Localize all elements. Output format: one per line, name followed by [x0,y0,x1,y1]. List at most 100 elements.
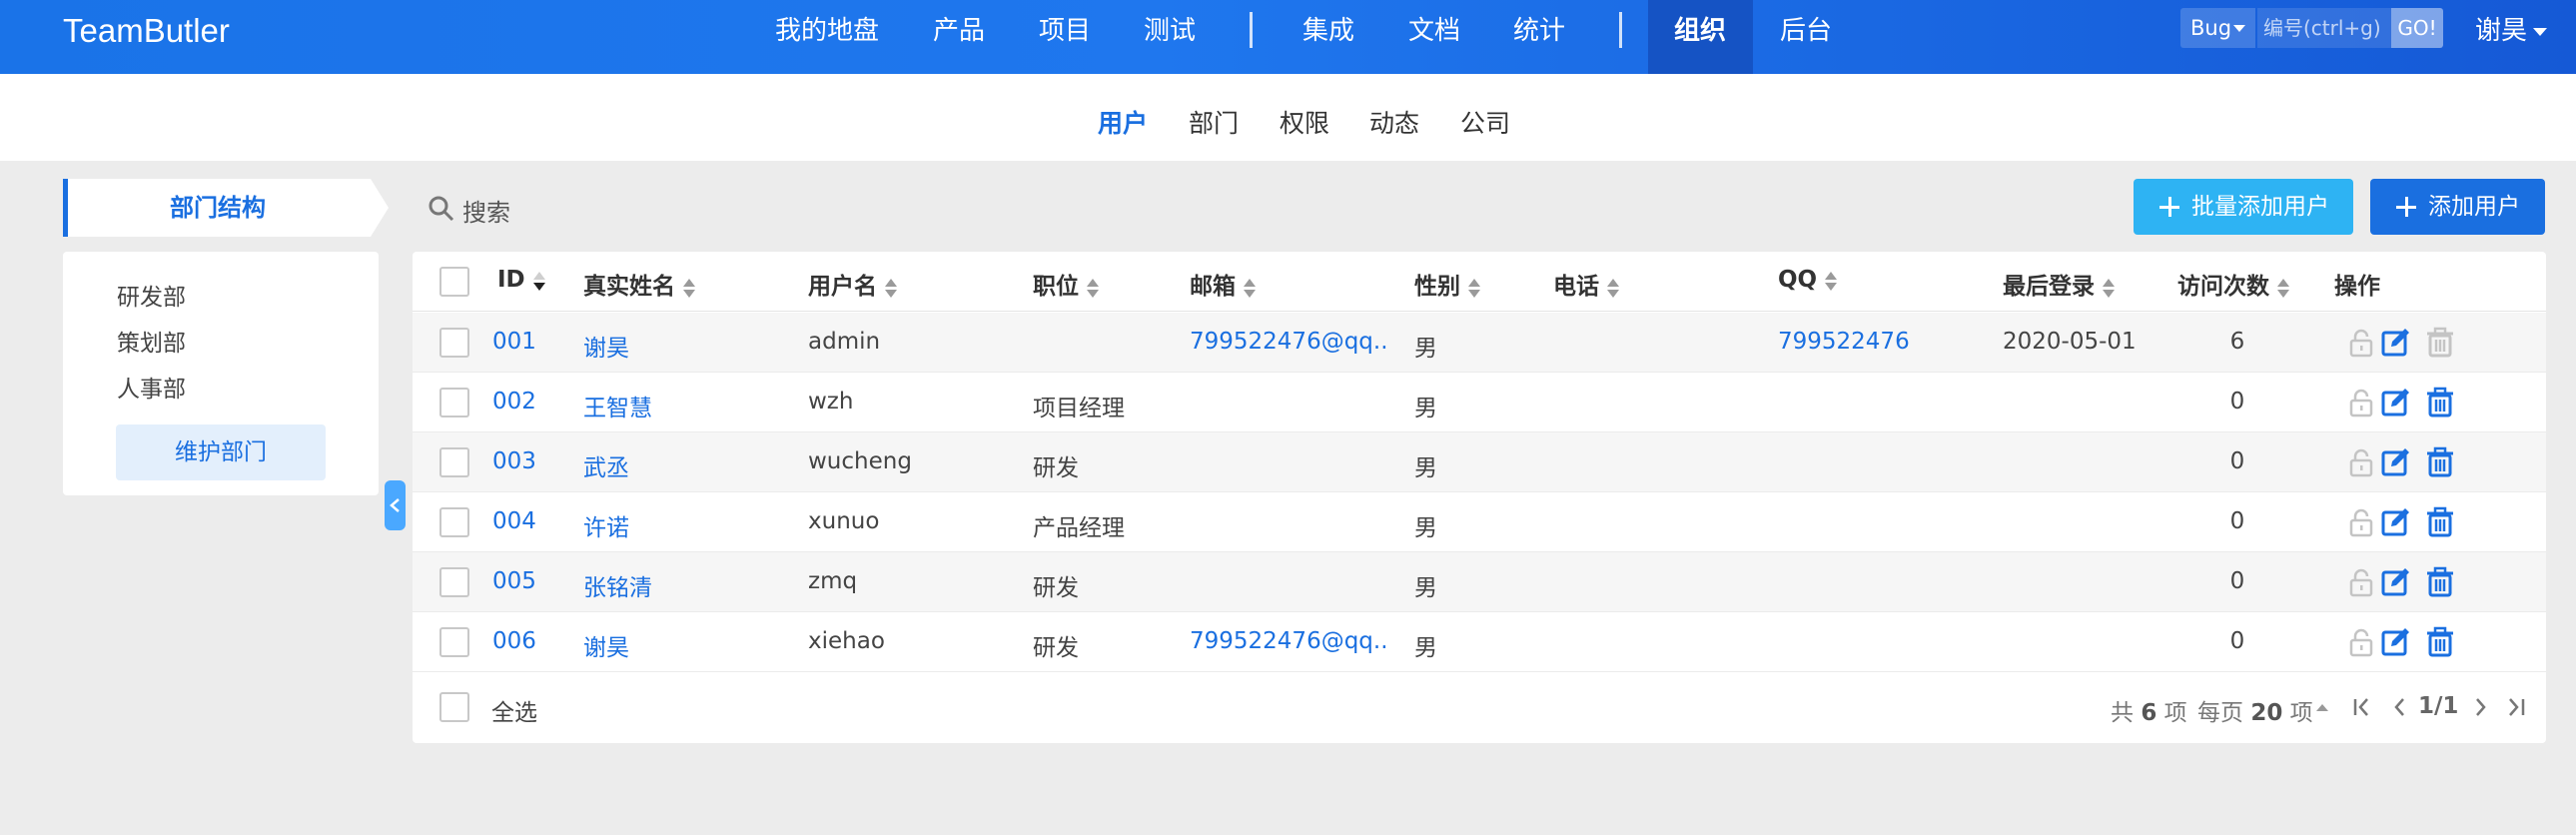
row-checkbox[interactable] [439,328,469,358]
col-qq[interactable]: QQ [1778,267,1838,293]
row-checkbox[interactable] [439,388,469,418]
cell-qq[interactable]: 799522476 [1778,329,1978,355]
next-page-icon[interactable] [2472,696,2490,718]
delete-icon[interactable] [2424,506,2456,538]
table-row[interactable]: 004 许诺 xunuo 产品经理 男 0 [413,492,2546,552]
table-row[interactable]: 003 武丞 wucheng 研发 男 0 [413,432,2546,492]
edit-icon[interactable] [2379,566,2411,598]
edit-icon[interactable] [2379,626,2411,658]
dept-item-planning[interactable]: 策划部 [117,324,186,358]
nav-item-test[interactable]: 测试 [1144,0,1196,62]
col-role[interactable]: 职位 [1033,267,1099,301]
sort-icon [2103,277,2115,299]
cell-id[interactable]: 006 [492,628,552,654]
lock-icon[interactable] [2345,446,2377,478]
cell-role: 产品经理 [1033,515,1125,541]
table-row[interactable]: 005 张铭清 zmq 研发 男 0 [413,552,2546,612]
cell-visits: 0 [2229,448,2245,474]
col-realname[interactable]: 真实姓名 [583,267,695,301]
col-last-login[interactable]: 最后登录 [2003,267,2115,301]
sort-icon [2277,277,2289,299]
pager-total-count: 6 [2141,700,2157,726]
cell-visits: 0 [2229,568,2245,594]
prev-page-icon[interactable] [2390,696,2408,718]
cell-realname[interactable]: 王智慧 [583,389,783,422]
cell-realname[interactable]: 许诺 [583,508,783,542]
edit-icon[interactable] [2379,327,2411,359]
pager-total-suffix: 项 [2163,700,2187,726]
batch-add-users-button[interactable]: 批量添加用户 [2134,179,2353,235]
nav-item-admin[interactable]: 后台 [1780,0,1832,62]
subnav-activity[interactable]: 动态 [1369,104,1419,140]
table-row[interactable]: 002 王智慧 wzh 项目经理 男 0 [413,373,2546,432]
col-id[interactable]: ID [497,267,545,293]
sub-navbar: 用户 部门 权限 动态 公司 [0,74,2576,161]
subnav-company[interactable]: 公司 [1460,104,1510,140]
cell-role: 项目经理 [1033,396,1125,421]
lock-icon[interactable] [2345,506,2377,538]
nav-item-stats[interactable]: 统计 [1513,0,1565,62]
row-checkbox[interactable] [439,627,469,657]
row-checkbox[interactable] [439,447,469,477]
lock-icon[interactable] [2345,566,2377,598]
header-checkbox[interactable] [439,267,469,297]
goto-id-input[interactable] [2257,8,2391,48]
delete-icon[interactable] [2424,446,2456,478]
col-visits[interactable]: 访问次数 [2177,267,2289,301]
object-type-select[interactable]: Bug [2180,8,2255,48]
cell-id[interactable]: 001 [492,329,552,355]
delete-icon[interactable] [2424,566,2456,598]
subnav-users[interactable]: 用户 [1098,104,1148,140]
edit-icon[interactable] [2379,387,2411,418]
cell-realname[interactable]: 谢昊 [583,628,783,662]
delete-icon[interactable] [2424,387,2456,418]
cell-email[interactable]: 799522476@qq.... [1190,329,1389,355]
col-phone[interactable]: 电话 [1553,267,1619,301]
nav-item-doc[interactable]: 文档 [1408,0,1460,62]
dept-item-hr[interactable]: 人事部 [117,370,186,404]
pager-per-page[interactable]: 每页 20 项 [2197,693,2313,727]
nav-item-my[interactable]: 我的地盘 [775,0,879,62]
cell-id[interactable]: 003 [492,448,552,474]
cell-realname[interactable]: 武丞 [583,448,783,482]
col-gender[interactable]: 性别 [1414,267,1480,301]
cell-realname[interactable]: 谢昊 [583,329,783,363]
row-checkbox[interactable] [439,567,469,597]
first-page-icon[interactable] [2352,696,2374,718]
cell-id[interactable]: 005 [492,568,552,594]
col-username[interactable]: 用户名 [808,267,897,301]
nav-item-org[interactable]: 组织 [1674,0,1726,62]
cell-realname[interactable]: 张铭清 [583,568,783,602]
lock-icon[interactable] [2345,327,2377,359]
dept-structure-tab[interactable]: 部门结构 [63,179,389,237]
plus-icon [2396,197,2416,217]
go-button[interactable]: GO! [2391,8,2443,48]
select-all-checkbox[interactable] [439,692,469,722]
cell-email[interactable]: 799522476@qq.... [1190,628,1389,654]
edit-icon[interactable] [2379,446,2411,478]
lock-icon[interactable] [2345,387,2377,418]
cell-id[interactable]: 002 [492,389,552,415]
lock-icon[interactable] [2345,626,2377,658]
nav-item-ci[interactable]: 集成 [1302,0,1354,62]
brand-logo[interactable]: TeamButler [63,12,230,50]
subnav-departments[interactable]: 部门 [1189,104,1239,140]
col-email[interactable]: 邮箱 [1190,267,1256,301]
last-page-icon[interactable] [2505,696,2527,718]
collapse-sidebar-button[interactable] [385,480,406,530]
nav-item-product[interactable]: 产品 [933,0,985,62]
search-toggle[interactable]: 搜索 [425,190,624,227]
delete-icon[interactable] [2424,626,2456,658]
nav-item-project[interactable]: 项目 [1039,0,1091,62]
dept-item-rd[interactable]: 研发部 [117,278,186,312]
dept-tree-panel: 研发部 策划部 人事部 维护部门 [63,252,379,495]
table-row[interactable]: 006 谢昊 xiehao 研发 799522476@qq.... 男 0 [413,612,2546,672]
edit-icon[interactable] [2379,506,2411,538]
user-menu[interactable]: 谢昊 [2475,0,2548,62]
add-user-button[interactable]: 添加用户 [2370,179,2545,235]
table-row[interactable]: 001 谢昊 admin 799522476@qq.... 男 799522476 2020… [413,313,2546,373]
maintain-dept-button[interactable]: 维护部门 [116,424,326,480]
cell-id[interactable]: 004 [492,508,552,534]
row-checkbox[interactable] [439,507,469,537]
subnav-permissions[interactable]: 权限 [1280,104,1329,140]
